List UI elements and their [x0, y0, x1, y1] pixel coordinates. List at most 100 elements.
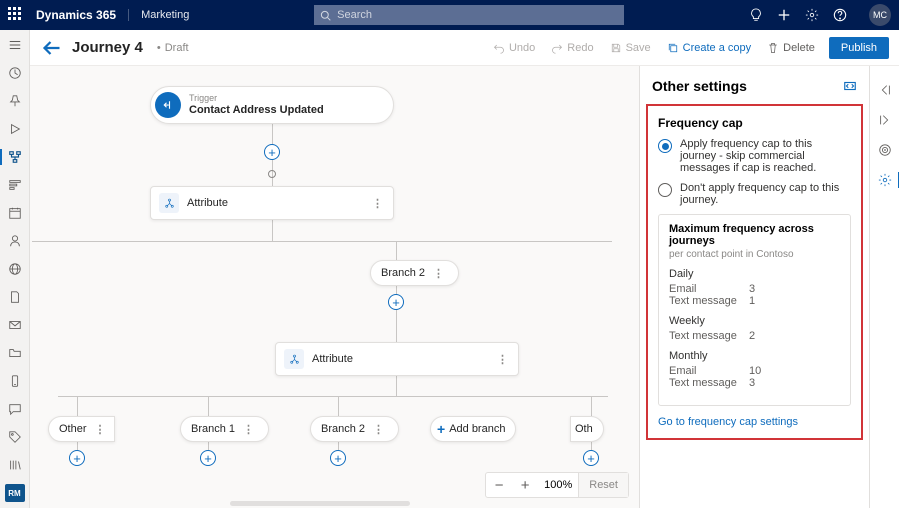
- nav-tag-icon[interactable]: [6, 428, 24, 446]
- nav-folder-icon[interactable]: [6, 344, 24, 362]
- zoom-level: 100%: [538, 479, 578, 491]
- app-launcher-icon[interactable]: [8, 7, 24, 23]
- nav-pin-icon[interactable]: [6, 92, 24, 110]
- attribute-node[interactable]: Attribute ⋮: [275, 342, 519, 376]
- attribute-label: Attribute: [312, 353, 353, 365]
- gear-icon[interactable]: [805, 8, 819, 22]
- node-more-icon[interactable]: ⋮: [87, 423, 110, 436]
- delete-button[interactable]: Delete: [761, 38, 821, 58]
- branch-node[interactable]: Branch 1⋮: [180, 416, 269, 442]
- undo-button[interactable]: Undo: [487, 38, 541, 58]
- zoom-reset-button[interactable]: Reset: [578, 473, 628, 497]
- nav-mail-icon[interactable]: [6, 316, 24, 334]
- left-nav-rail: RM: [0, 30, 30, 508]
- save-button[interactable]: Save: [604, 38, 657, 58]
- status-draft: Draft: [157, 42, 189, 54]
- nav-contact-icon[interactable]: [6, 232, 24, 250]
- radio-icon: [658, 183, 672, 197]
- zoom-out-button[interactable]: −: [486, 473, 512, 497]
- branch-other-node[interactable]: Other⋮: [48, 416, 115, 442]
- create-copy-button[interactable]: Create a copy: [661, 38, 757, 58]
- freq-row: Text message1: [669, 295, 840, 307]
- nav-mobile-icon[interactable]: [6, 372, 24, 390]
- zoom-in-button[interactable]: +: [512, 473, 538, 497]
- freq-weekly-label: Weekly: [669, 315, 840, 327]
- help-icon[interactable]: [833, 8, 847, 22]
- frequency-summary: Maximum frequency across journeys per co…: [658, 214, 851, 406]
- node-more-icon[interactable]: ⋮: [362, 197, 393, 210]
- freq-row: Email3: [669, 283, 840, 295]
- redo-button[interactable]: Redo: [545, 38, 599, 58]
- panel-title: Other settings: [652, 78, 747, 94]
- add-step-button[interactable]: +: [69, 450, 85, 466]
- horizontal-scrollbar[interactable]: [230, 501, 410, 506]
- branch-icon: [159, 193, 179, 213]
- back-button[interactable]: [40, 36, 64, 60]
- nav-page-icon[interactable]: [6, 288, 24, 306]
- freq-subtitle: per contact point in Contoso: [669, 249, 840, 260]
- rail-settings-icon[interactable]: [877, 172, 893, 188]
- radio-apply-cap[interactable]: Apply frequency cap to this journey - sk…: [658, 138, 851, 174]
- lightbulb-icon[interactable]: [749, 8, 763, 22]
- plus-icon: +: [437, 421, 445, 437]
- right-rail: [869, 66, 899, 508]
- rail-target-icon[interactable]: [877, 142, 893, 158]
- zoom-control: − + 100% Reset: [485, 472, 629, 498]
- frequency-cap-section: Frequency cap Apply frequency cap to thi…: [646, 104, 863, 440]
- add-step-button[interactable]: +: [330, 450, 346, 466]
- freq-daily-label: Daily: [669, 268, 840, 280]
- freq-row: Text message3: [669, 377, 840, 389]
- module-name[interactable]: Marketing: [128, 9, 189, 21]
- rail-expand-icon[interactable]: [877, 82, 893, 98]
- node-more-icon[interactable]: ⋮: [425, 267, 448, 280]
- journey-canvas[interactable]: Trigger Contact Address Updated + Attrib…: [30, 66, 639, 508]
- add-step-button[interactable]: +: [583, 450, 599, 466]
- freq-monthly-label: Monthly: [669, 350, 840, 362]
- add-step-button[interactable]: +: [200, 450, 216, 466]
- nav-hamburger-icon[interactable]: [6, 36, 24, 54]
- nav-play-icon[interactable]: [6, 120, 24, 138]
- freq-settings-link[interactable]: Go to frequency cap settings: [658, 416, 851, 428]
- radio-skip-cap[interactable]: Don't apply frequency cap to this journe…: [658, 182, 851, 206]
- trigger-node[interactable]: Trigger Contact Address Updated: [150, 86, 394, 124]
- add-icon[interactable]: [777, 8, 791, 22]
- page-title: Journey 4: [72, 39, 143, 56]
- add-branch-button[interactable]: +Add branch: [430, 416, 516, 442]
- branch-other-node-clipped[interactable]: Oth: [570, 416, 604, 442]
- trigger-label: Trigger: [189, 93, 324, 104]
- command-bar: Journey 4 Draft Undo Redo Save Create a …: [30, 30, 899, 66]
- nav-recent-icon[interactable]: [6, 64, 24, 82]
- section-title: Frequency cap: [658, 116, 851, 130]
- global-top-bar: Dynamics 365 Marketing MC: [0, 0, 899, 30]
- nav-globe-icon[interactable]: [6, 260, 24, 278]
- nav-journey-icon[interactable]: [6, 148, 24, 166]
- attribute-node[interactable]: Attribute ⋮: [150, 186, 394, 220]
- rail-collapse-icon[interactable]: [877, 112, 893, 128]
- freq-title: Maximum frequency across journeys: [669, 223, 840, 247]
- node-more-icon[interactable]: ⋮: [365, 423, 388, 436]
- expand-panel-icon[interactable]: [843, 79, 857, 93]
- add-step-button[interactable]: +: [264, 144, 280, 160]
- attribute-label: Attribute: [187, 197, 228, 209]
- nav-library-icon[interactable]: [6, 456, 24, 474]
- add-step-button[interactable]: +: [388, 294, 404, 310]
- nav-chat-icon[interactable]: [6, 400, 24, 418]
- product-name: Dynamics 365: [36, 8, 116, 22]
- branch-node[interactable]: Branch 2 ⋮: [370, 260, 459, 286]
- user-avatar[interactable]: MC: [869, 4, 891, 26]
- branch-icon: [284, 349, 304, 369]
- settings-panel: Other settings Frequency cap Apply frequ…: [639, 66, 869, 508]
- publish-button[interactable]: Publish: [829, 37, 889, 59]
- node-more-icon[interactable]: ⋮: [487, 353, 518, 366]
- nav-area-badge[interactable]: RM: [5, 484, 25, 502]
- trigger-value: Contact Address Updated: [189, 104, 324, 117]
- global-search[interactable]: [314, 5, 624, 25]
- search-input[interactable]: [337, 9, 618, 21]
- branch-node[interactable]: Branch 2⋮: [310, 416, 399, 442]
- search-icon: [320, 10, 331, 21]
- node-more-icon[interactable]: ⋮: [235, 423, 258, 436]
- trigger-icon: [155, 92, 181, 118]
- nav-calendar-icon[interactable]: [6, 204, 24, 222]
- radio-icon: [658, 139, 672, 153]
- nav-segment-icon[interactable]: [6, 176, 24, 194]
